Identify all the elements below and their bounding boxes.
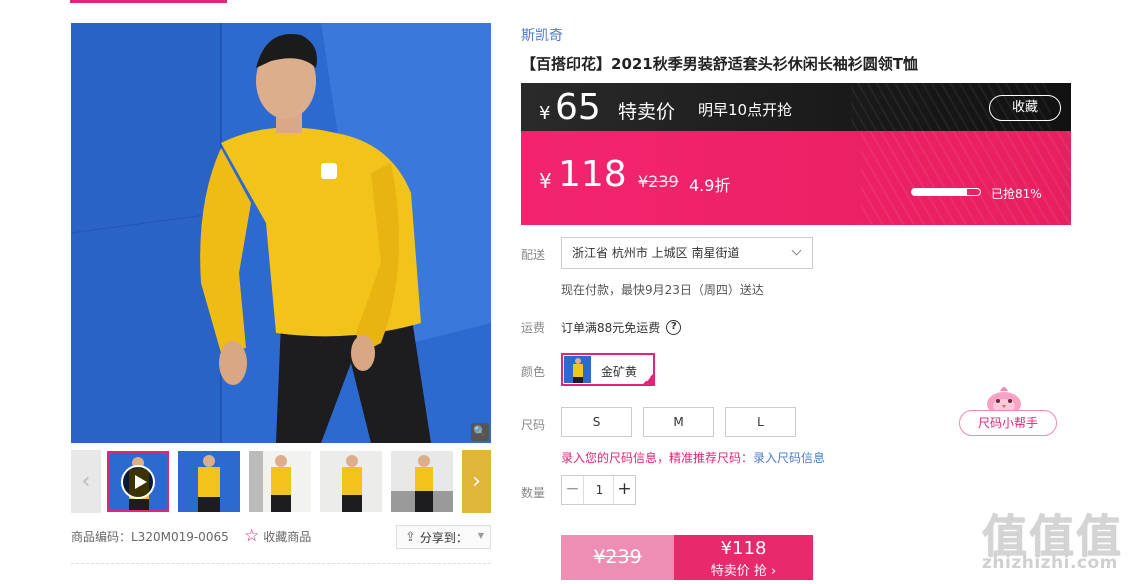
quantity-decrease-button[interactable]: − [562, 476, 584, 504]
thumbnail-image [249, 451, 311, 512]
size-helper[interactable]: 尺码小帮手 [959, 382, 1057, 438]
sold-progress-fill [912, 189, 968, 195]
thumbnail-prev-button[interactable]: ‹ [71, 450, 101, 513]
share-label: 分享到： [419, 530, 468, 545]
thumbnail-video[interactable] [107, 451, 169, 512]
price-banner: ¥ 118 ¥239 4.9折 已抢81% [521, 131, 1071, 225]
color-swatch-image [564, 356, 591, 383]
original-price-button[interactable]: ¥239 [561, 535, 674, 580]
presale-time: 明早10点开抢 [698, 101, 793, 119]
size-label: 尺码 [521, 418, 546, 432]
size-help-text: 录入您的尺码信息，精准推荐尺码： [561, 451, 754, 465]
favorite-label: 收藏商品 [263, 529, 312, 544]
thumbnail-strip: ‹ › [71, 450, 491, 513]
address-value: 浙江省 杭州市 上城区 南星街道 [572, 246, 740, 260]
presale-banner: ¥ 65 特卖价 明早10点开抢 收藏 [521, 83, 1071, 131]
chevron-down-icon [791, 245, 802, 256]
favorite-link[interactable]: ☆ 收藏商品 [244, 526, 311, 546]
color-label: 颜色 [521, 365, 546, 379]
product-code: 商品编码：L320M019-0065 [71, 530, 229, 544]
thumbnail-image [320, 451, 382, 512]
size-option-s[interactable]: S [561, 407, 632, 437]
sold-progress-bar [911, 188, 981, 196]
nav-active-indicator [70, 0, 227, 3]
size-help: 录入您的尺码信息，精准推荐尺码：录入尺码信息 [561, 449, 825, 466]
size-help-link[interactable]: 录入尺码信息 [753, 451, 825, 465]
main-product-image[interactable]: 🔍 [71, 23, 491, 443]
freight-text: 订单满88元免运费 [561, 321, 661, 335]
buy-price: ¥118 [720, 538, 767, 559]
help-icon[interactable]: ? [666, 320, 682, 335]
discount-label: 4.9折 [689, 176, 731, 195]
quantity-label: 数量 [521, 486, 546, 500]
divider [71, 563, 491, 564]
brand-link[interactable]: 斯凯奇 [521, 25, 563, 45]
size-helper-button[interactable]: 尺码小帮手 [959, 410, 1057, 436]
color-swatch [564, 356, 591, 383]
buy-label: 特卖价 抢 › [710, 564, 777, 579]
star-icon: ☆ [244, 526, 260, 546]
thumbnail-image [391, 451, 453, 512]
share-icon: ⇪ [405, 529, 416, 545]
presale-tag: 特卖价 [618, 101, 676, 123]
quantity-increase-button[interactable]: + [613, 476, 635, 504]
product-title: 【百搭印花】2021秋季男装舒适套头衫休闲长袖衫圆领T恤 [521, 55, 918, 73]
freight-label: 运费 [521, 321, 546, 335]
check-icon: ✓ [645, 375, 652, 384]
buy-now-button[interactable]: ¥118 特卖价 抢 › [674, 535, 813, 580]
play-icon[interactable] [121, 465, 155, 499]
size-option-m[interactable]: M [643, 407, 714, 437]
collect-button[interactable]: 收藏 [989, 95, 1061, 121]
presale-currency: ¥ [539, 103, 551, 124]
presale-price: 65 [555, 87, 601, 128]
freight-info: 订单满88元免运费 ? [561, 319, 682, 336]
thumbnail-3[interactable] [249, 451, 311, 512]
caret-down-icon: ▼ [477, 531, 484, 540]
model-photo [71, 23, 491, 443]
delivery-estimate: 现在付款，最快9月23日（周四）送达 [561, 283, 764, 297]
watermark-text: zhizhizhi.com [982, 553, 1118, 573]
delivery-label: 配送 [521, 248, 546, 262]
color-option-label: 金矿黄 [601, 365, 638, 379]
zoom-icon[interactable]: 🔍 [471, 423, 489, 441]
size-option-l[interactable]: L [725, 407, 796, 437]
original-price: ¥239 [638, 172, 679, 191]
share-button[interactable]: ⇪ 分享到： ▼ [396, 525, 491, 549]
address-select[interactable]: 浙江省 杭州市 上城区 南星街道 [561, 237, 813, 269]
thumbnail-2[interactable] [178, 451, 240, 512]
quantity-stepper: − 1 + [561, 475, 636, 505]
quantity-input[interactable]: 1 [584, 476, 615, 504]
current-price: 118 [558, 154, 627, 195]
watermark: 值值值 zhizhizhi.com [978, 500, 1128, 584]
thumbnail-image [178, 451, 240, 512]
thumbnail-next-button[interactable]: › [462, 450, 491, 513]
sold-progress-label: 已抢81% [991, 187, 1042, 201]
thumbnail-4[interactable] [320, 451, 382, 512]
color-option-selected[interactable]: 金矿黄 ✓ [561, 353, 655, 386]
product-page: 🔍 ‹ › 商品编码：L320M019-0065 ☆ 收藏商品 ⇪ 分享到： ▼… [0, 0, 1129, 584]
price-currency: ¥ [539, 169, 552, 193]
thumbnail-5[interactable] [391, 451, 453, 512]
